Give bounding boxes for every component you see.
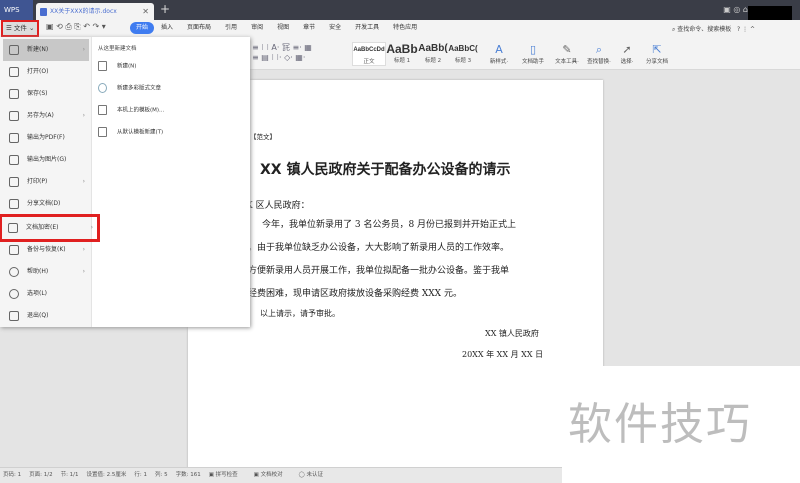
tab-home[interactable]: 开始 bbox=[130, 22, 155, 34]
menu-share[interactable]: 分享文档(D) bbox=[3, 193, 89, 215]
text-tools-button[interactable]: ✎ 文本工具· bbox=[550, 42, 584, 65]
menu-save-as[interactable]: 另存为(A) › bbox=[3, 105, 89, 127]
exit-icon bbox=[9, 311, 19, 321]
submenu-local-template[interactable]: 本机上的模板(M)... bbox=[98, 105, 164, 115]
certify-status[interactable]: ◯ 未认证 bbox=[299, 472, 331, 478]
menu-export-image[interactable]: 输出为图片(G) bbox=[3, 149, 89, 171]
doc-icon bbox=[40, 8, 47, 16]
image-icon bbox=[9, 155, 19, 165]
pdf-icon bbox=[9, 133, 19, 143]
style-heading1[interactable]: AaBb 标题 1 bbox=[386, 42, 418, 66]
menu-new[interactable]: 新建(N) › bbox=[3, 39, 89, 61]
menu-help[interactable]: 帮助(H) › bbox=[3, 261, 89, 283]
submenu-new-colorful[interactable]: 新建多彩版式文章 bbox=[98, 83, 161, 93]
tab-page-layout[interactable]: 页面布局 bbox=[180, 22, 218, 34]
window-icons[interactable]: ▣ ◎ ⌂ bbox=[723, 5, 748, 14]
new-style-button[interactable]: A 新样式· bbox=[482, 42, 516, 65]
menu-open[interactable]: 打开(O) bbox=[3, 61, 89, 83]
status-bar: 页码: 1 页面: 1/2 节: 1/1 设置值: 2.5厘米 行: 1 列: 5 字数: … bbox=[0, 467, 562, 483]
tab-developer[interactable]: 开发工具 bbox=[348, 22, 386, 34]
new-file-icon bbox=[98, 61, 107, 71]
document-title: XX 镇人民政府关于配备办公设备的请示 bbox=[260, 162, 511, 178]
quick-access-icons[interactable]: ▣ ⟲ ⎙ ⎘ ↶ ↷ ▾ bbox=[46, 22, 106, 32]
document-page[interactable]: 【范文】 XX 镇人民政府关于配备办公设备的请示 XX 区人民政府： 今年，我单… bbox=[188, 80, 603, 483]
save-as-icon bbox=[9, 111, 19, 121]
tab-section[interactable]: 章节 bbox=[296, 22, 322, 34]
redacted-area bbox=[748, 6, 792, 20]
tab-special[interactable]: 特色应用 bbox=[386, 22, 424, 34]
cursor-icon: ➚ bbox=[622, 43, 632, 56]
gear-icon bbox=[9, 289, 19, 299]
menu-exit[interactable]: 退出(Q) bbox=[3, 305, 89, 327]
wps-home-tab[interactable]: WPS bbox=[0, 0, 33, 20]
folder-icon bbox=[9, 67, 19, 77]
submenu-default-template[interactable]: 从默认模板新建(T) bbox=[98, 127, 163, 137]
style-heading3[interactable]: AaBbC(标题 3 bbox=[448, 42, 478, 66]
menu-print[interactable]: 打印(P) › bbox=[3, 171, 89, 193]
colorful-icon bbox=[98, 83, 107, 93]
tab-review[interactable]: 审阅 bbox=[244, 22, 270, 34]
help-icon bbox=[9, 267, 19, 277]
menu-encrypt[interactable]: 文档加密(E) › bbox=[0, 214, 100, 242]
wrench-icon: ✎ bbox=[562, 43, 572, 56]
menu-options[interactable]: 选项(L) bbox=[3, 283, 89, 305]
template-icon bbox=[98, 127, 107, 137]
style-normal[interactable]: AaBbCcDd 正文 bbox=[352, 42, 386, 66]
close-tab-icon[interactable]: ✕ bbox=[142, 3, 149, 20]
paragraph-tools[interactable]: ≡ ⁝ ⁝ A· 㓃 ≡· ▦ ≡ ▤ ⁝ ⁝· ◇· ▦· bbox=[252, 42, 312, 62]
spell-check-button[interactable]: ▣ 拼写检查 bbox=[209, 472, 246, 478]
new-style-icon: A bbox=[495, 43, 503, 56]
ribbon-tabs: 开始 插入 页面布局 引用 审阅 视图 章节 安全 开发工具 特色应用 bbox=[130, 22, 424, 34]
tab-insert[interactable]: 插入 bbox=[154, 22, 180, 34]
submenu-new[interactable]: 新建(N) bbox=[98, 61, 136, 71]
submenu-title: 从这里新建文档 bbox=[98, 46, 137, 52]
share-icon: ⇱ bbox=[652, 43, 662, 56]
lock-doc-icon bbox=[8, 223, 18, 233]
file-menu: 新建(N) › 打开(O) 保存(S) 另存为(A) › 输出为PDF(F) 输出为… bbox=[0, 37, 250, 327]
monitor-icon bbox=[98, 105, 107, 115]
tab-references[interactable]: 引用 bbox=[218, 22, 244, 34]
printer-icon bbox=[9, 177, 19, 187]
select-button[interactable]: ➚ 选择· bbox=[610, 42, 644, 65]
doc-assistant-icon: ▯ bbox=[529, 43, 537, 56]
tab-view[interactable]: 视图 bbox=[270, 22, 296, 34]
new-file-icon bbox=[9, 45, 19, 55]
new-tab-button[interactable]: + bbox=[160, 2, 170, 16]
command-search[interactable]: ⌕ 查找命令、搜索模板 ? ⋮ ^ bbox=[672, 24, 755, 34]
backup-icon bbox=[9, 245, 19, 255]
watermark: 软件技巧 bbox=[562, 366, 800, 483]
proofread-button[interactable]: ▣ 文档校对 bbox=[254, 472, 291, 478]
file-menu-button[interactable]: ☰ 文件 ⌄ bbox=[1, 20, 39, 37]
save-icon bbox=[9, 89, 19, 99]
document-tab[interactable]: XX关于XXX的请示.docx ✕ bbox=[36, 3, 154, 20]
menu-export-pdf[interactable]: 输出为PDF(F) bbox=[3, 127, 89, 149]
style-heading2[interactable]: AaBb(标题 2 bbox=[418, 42, 448, 66]
menu-backup[interactable]: 备份与恢复(K) › bbox=[3, 239, 89, 261]
menu-save[interactable]: 保存(S) bbox=[3, 83, 89, 105]
tab-security[interactable]: 安全 bbox=[322, 22, 348, 34]
share-doc-button[interactable]: ⇱ 分享文档 bbox=[640, 42, 674, 65]
share-icon bbox=[9, 199, 19, 209]
doc-assistant-button[interactable]: ▯ 文档助手 bbox=[516, 42, 550, 65]
